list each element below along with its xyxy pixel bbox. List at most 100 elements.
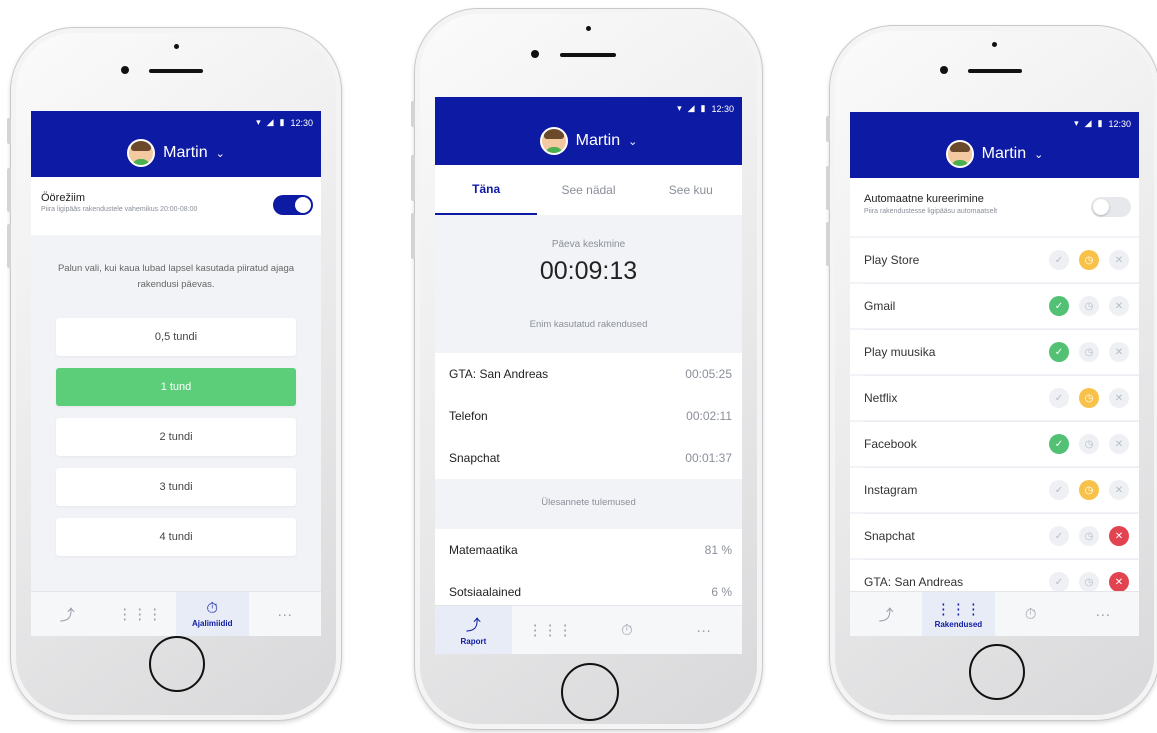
block-button[interactable]: ✕: [1109, 526, 1129, 546]
nav-tab[interactable]: ⏱ Ajalimiidid: [176, 592, 249, 636]
list-item[interactable]: GTA: San Andreas 00:05:25: [435, 353, 742, 395]
status-bar: ▾ ◢ ▮ 12:30: [677, 103, 734, 114]
app-name: Telefon: [449, 409, 488, 423]
allow-button[interactable]: ✓: [1049, 388, 1069, 408]
period-tabs: Täna See nädal See kuu: [435, 165, 742, 215]
block-button[interactable]: ✕: [1109, 250, 1129, 270]
block-button[interactable]: ✕: [1109, 342, 1129, 362]
chevron-down-icon: ⌄: [628, 135, 638, 148]
stopwatch-icon: ⏱: [206, 600, 219, 617]
app-row: Facebook ✓ ◷ ✕: [850, 422, 1139, 466]
battery-icon: ▮: [1097, 118, 1103, 128]
nav-tab[interactable]: ⏱: [589, 606, 666, 654]
app-row: Play Store ✓ ◷ ✕: [850, 238, 1139, 282]
block-button[interactable]: ✕: [1109, 572, 1129, 592]
timer-button[interactable]: ◷: [1079, 572, 1099, 592]
nav-tab[interactable]: ···: [1067, 592, 1139, 636]
timer-button[interactable]: ◷: [1079, 342, 1099, 362]
nav-tab[interactable]: ⋮⋮⋮ Rakendused: [922, 592, 995, 636]
night-mode-card: Öörežiim Piira ligipääs rakendustele vah…: [31, 177, 321, 235]
side-button: [826, 222, 830, 266]
proximity-sensor: [174, 44, 179, 49]
profile-switcher[interactable]: Martin ⌄: [850, 140, 1139, 168]
more-icon: ···: [277, 605, 293, 623]
timer-button[interactable]: ◷: [1079, 250, 1099, 270]
side-button: [411, 213, 415, 259]
app-name: Play Store: [864, 253, 920, 267]
home-button[interactable]: [561, 663, 619, 721]
tab-week[interactable]: See nädal: [537, 165, 639, 215]
task-name: Sotsiaalained: [449, 585, 522, 599]
allow-button[interactable]: ✓: [1049, 526, 1069, 546]
timer-button[interactable]: ◷: [1079, 434, 1099, 454]
app-time: 00:01:37: [685, 451, 732, 465]
tab-month[interactable]: See kuu: [640, 165, 742, 215]
nav-tab[interactable]: ⏱: [995, 592, 1067, 636]
app-name: Snapchat: [449, 451, 500, 465]
home-button[interactable]: [969, 644, 1025, 700]
proximity-sensor: [586, 26, 591, 31]
auto-curation-toggle[interactable]: [1091, 197, 1131, 217]
proximity-sensor: [992, 42, 997, 47]
list-item[interactable]: Snapchat 00:01:37: [435, 437, 742, 479]
nav-tab[interactable]: ⤴ Raport: [435, 606, 512, 654]
home-button[interactable]: [149, 636, 205, 692]
earpiece-speaker: [149, 69, 203, 73]
trend-icon: ⤴: [878, 606, 894, 624]
block-button[interactable]: ✕: [1109, 388, 1129, 408]
list-item[interactable]: Telefon 00:02:11: [435, 395, 742, 437]
profile-name: Martin: [981, 145, 1027, 162]
tasks-label: Ülesannete tulemused: [541, 497, 636, 508]
screen-report: ▾ ◢ ▮ 12:30 Martin ⌄ Täna See nädal See ku…: [435, 97, 742, 654]
list-item[interactable]: Matemaatika 81 %: [435, 529, 742, 571]
profile-name: Martin: [575, 132, 621, 149]
profile-switcher[interactable]: Martin ⌄: [435, 127, 742, 155]
nav-tab[interactable]: ⋮⋮⋮: [104, 592, 177, 636]
block-button[interactable]: ✕: [1109, 434, 1129, 454]
timer-button[interactable]: ◷: [1079, 480, 1099, 500]
nav-tab-label: Rakendused: [934, 619, 983, 629]
time-option-button[interactable]: 3 tundi: [56, 468, 296, 506]
wifi-icon: ▾: [677, 103, 682, 113]
nav-tab[interactable]: ···: [665, 606, 742, 654]
timer-button[interactable]: ◷: [1079, 526, 1099, 546]
time-option-button[interactable]: 2 tundi: [56, 418, 296, 456]
phone-frame-2: ▾ ◢ ▮ 12:30 Martin ⌄ Täna See nädal See ku…: [411, 8, 763, 730]
nav-tab[interactable]: ⤴: [850, 592, 922, 636]
time-option-button[interactable]: 1 tund: [56, 368, 296, 406]
night-mode-toggle[interactable]: [273, 195, 313, 215]
side-button: [7, 168, 11, 212]
nav-tab[interactable]: ⤴: [31, 592, 104, 636]
block-button[interactable]: ✕: [1109, 296, 1129, 316]
nav-tab-label: Ajalimiidid: [192, 619, 233, 628]
nav-tab[interactable]: ⋮⋮⋮: [512, 606, 589, 654]
allow-button[interactable]: ✓: [1049, 296, 1069, 316]
block-button[interactable]: ✕: [1109, 480, 1129, 500]
app-row: Play muusika ✓ ◷ ✕: [850, 330, 1139, 374]
allow-button[interactable]: ✓: [1049, 434, 1069, 454]
avatar: [945, 140, 974, 168]
status-bar: ▾ ◢ ▮ 12:30: [256, 117, 313, 128]
timer-button[interactable]: ◷: [1079, 296, 1099, 316]
toggle-knob: [295, 197, 311, 213]
task-score: 6 %: [711, 585, 732, 599]
front-camera: [940, 66, 948, 74]
battery-icon: ▮: [700, 103, 706, 113]
profile-switcher[interactable]: Martin ⌄: [31, 139, 321, 167]
tab-today[interactable]: Täna: [435, 165, 538, 215]
nav-tab[interactable]: ···: [249, 592, 322, 636]
allow-button[interactable]: ✓: [1049, 250, 1069, 270]
time-option-button[interactable]: 0,5 tundi: [56, 318, 296, 356]
timer-button[interactable]: ◷: [1079, 388, 1099, 408]
more-icon: ···: [696, 621, 712, 639]
allow-button[interactable]: ✓: [1049, 342, 1069, 362]
side-button: [411, 155, 415, 201]
nav-tab-label: Raport: [460, 637, 487, 646]
allow-button[interactable]: ✓: [1049, 480, 1069, 500]
limit-prompt: Palun vali, kui kaua lubad lapsel kasuta…: [57, 263, 295, 290]
app-name: Facebook: [864, 437, 917, 451]
time-option-button[interactable]: 4 tundi: [56, 518, 296, 556]
apps-grid-icon: ⋮⋮⋮: [117, 606, 163, 623]
front-camera: [531, 50, 539, 58]
allow-button[interactable]: ✓: [1049, 572, 1069, 592]
